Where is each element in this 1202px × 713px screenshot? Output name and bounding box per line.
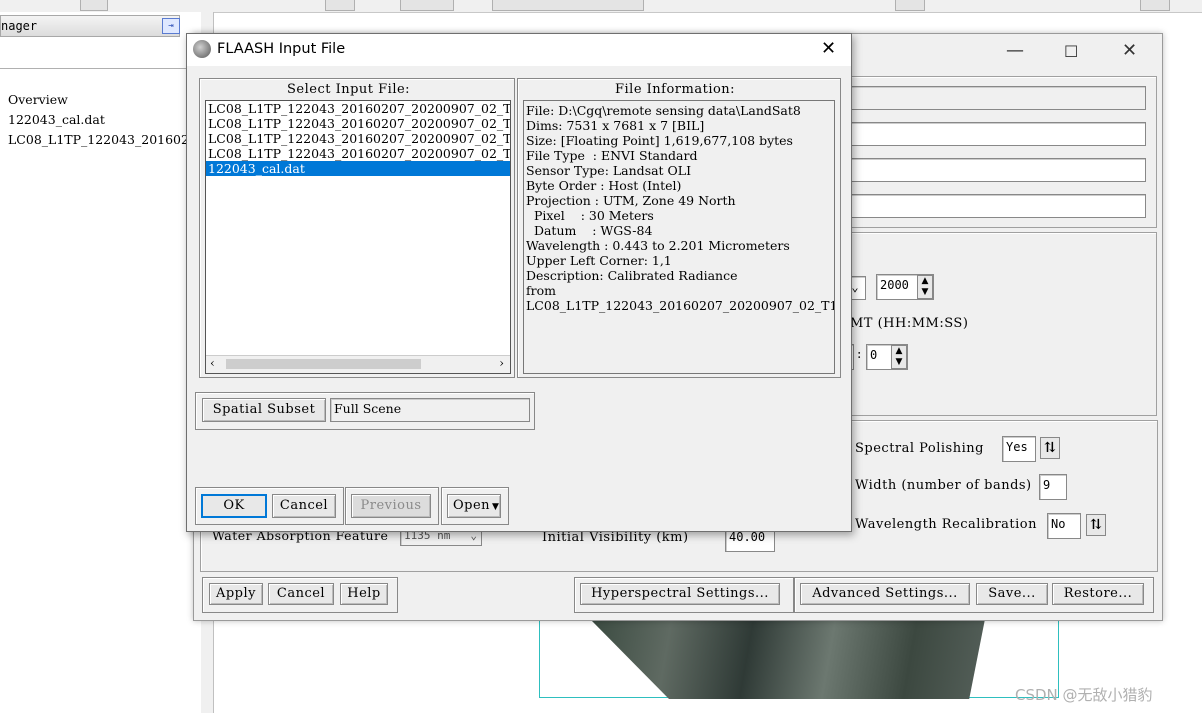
advanced-settings-button[interactable]: Advanced Settings...: [800, 583, 970, 605]
toolbar-button[interactable]: [400, 0, 454, 11]
initial-visibility-value: 40.00: [729, 530, 766, 544]
apply-button[interactable]: Apply: [209, 583, 263, 605]
minimize-icon[interactable]: —: [1006, 40, 1024, 61]
envi-logo-icon: [193, 40, 211, 58]
maximize-icon[interactable]: ☐: [1064, 42, 1078, 61]
cancel-button[interactable]: Cancel: [272, 494, 336, 518]
wavelength-recal-field[interactable]: No: [1047, 513, 1081, 539]
flaash-input-file-dialog: FLAASH Input File ✕ Select Input File: L…: [186, 33, 852, 532]
info-line: File Type : ENVI Standard: [526, 148, 698, 163]
open-label: Open: [453, 498, 491, 513]
info-line: Projection : UTM, Zone 49 North: [526, 193, 736, 208]
toolbar-button[interactable]: [895, 0, 925, 11]
input-radiance-field[interactable]: [850, 86, 1146, 110]
watermark: CSDN @无敌小猎豹: [1015, 686, 1153, 704]
info-line: Byte Order : Host (Intel): [526, 178, 682, 193]
toggle-arrows-icon[interactable]: ⇅: [1040, 437, 1060, 459]
output-directory-field[interactable]: [850, 158, 1146, 182]
wavelength-recal-value: No: [1051, 517, 1066, 531]
dialog-title: FLAASH Input File: [217, 41, 346, 57]
hyperspectral-settings-button[interactable]: Hyperspectral Settings...: [580, 583, 780, 605]
spatial-subset-value: Full Scene: [334, 401, 402, 416]
close-icon[interactable]: ✕: [821, 38, 836, 59]
info-line: Description: Calibrated Radiance: [526, 268, 738, 283]
previous-button[interactable]: Previous: [351, 494, 431, 518]
data-manager-title-text: nager: [1, 19, 38, 33]
close-icon[interactable]: ✕: [1122, 40, 1137, 61]
file-info-label: File Information:: [615, 82, 736, 97]
input-file-list[interactable]: LC08_L1TP_122043_20160207_20200907_02_T1…: [205, 100, 511, 374]
toolbar-button[interactable]: [80, 0, 108, 11]
list-item[interactable]: LC08_L1TP_122043_20160207_20200907_02_T1…: [206, 131, 510, 146]
width-value: 9: [1043, 478, 1051, 492]
width-label: Width (number of bands): [855, 478, 1032, 493]
cancel-button[interactable]: Cancel: [268, 583, 334, 605]
info-line: from: [526, 283, 556, 298]
toggle-arrows-icon[interactable]: ⇅: [1086, 514, 1106, 536]
output-file-field[interactable]: [850, 122, 1146, 146]
ok-button[interactable]: OK: [201, 494, 267, 518]
toolbar-button[interactable]: [1140, 0, 1170, 11]
horizontal-scrollbar[interactable]: ‹ ›: [206, 355, 510, 373]
tree-item-overview[interactable]: Overview: [0, 90, 197, 110]
time-colon: :: [857, 347, 862, 362]
seconds-value: 0: [870, 348, 878, 362]
data-manager-tree: Overview 122043_cal.dat LC08_L1TP_122043…: [0, 90, 197, 150]
info-line: File: D:\Cgq\remote sensing data\LandSat…: [526, 103, 801, 118]
spatial-subset-button[interactable]: Spatial Subset: [202, 398, 326, 422]
spatial-subset-field: Full Scene: [330, 398, 530, 422]
seconds-spinner[interactable]: ▲ ▼: [891, 345, 907, 369]
dialog-titlebar: FLAASH Input File ✕: [187, 34, 851, 66]
info-line: Pixel : 30 Meters: [526, 208, 654, 223]
spectral-polishing-value: Yes: [1006, 440, 1028, 454]
toolbar-button[interactable]: [325, 0, 355, 11]
tree-item-cal[interactable]: 122043_cal.dat: [0, 110, 197, 130]
data-manager-title: nager ⇥: [0, 15, 180, 37]
gmt-label: MT (HH:MM:SS): [850, 316, 969, 331]
year-value: 2000: [880, 278, 909, 292]
initial-visibility-label: Initial Visibility (km): [542, 530, 689, 545]
wavelength-recal-label: Wavelength Recalibration: [855, 517, 1037, 532]
select-input-label: Select Input File:: [287, 82, 411, 97]
list-item[interactable]: LC08_L1TP_122043_20160207_20200907_02_T1…: [206, 116, 510, 131]
info-line: LC08_L1TP_122043_20160207_20200907_02_T1…: [526, 298, 835, 313]
pin-icon[interactable]: ⇥: [162, 18, 180, 34]
save-button[interactable]: Save...: [976, 583, 1048, 605]
spectral-polishing-label: Spectral Polishing: [855, 441, 984, 456]
rootname-field[interactable]: [850, 194, 1146, 218]
scrollbar-thumb[interactable]: [226, 359, 421, 369]
info-line: Upper Left Corner: 1,1: [526, 253, 672, 268]
scroll-left-icon[interactable]: ‹: [210, 356, 215, 370]
info-line: Datum : WGS-84: [526, 223, 653, 238]
spectral-polishing-field[interactable]: Yes: [1002, 436, 1036, 462]
info-line: Size: [Floating Point] 1,619,677,108 byt…: [526, 133, 793, 148]
file-info-panel: File: D:\Cgq\remote sensing data\LandSat…: [523, 100, 835, 374]
restore-button[interactable]: Restore...: [1052, 583, 1144, 605]
list-item-selected[interactable]: 122043_cal.dat: [206, 161, 510, 176]
caret-down-icon: ▼: [492, 502, 500, 512]
toolbar-dropdown[interactable]: [492, 0, 644, 11]
list-item[interactable]: LC08_L1TP_122043_20160207_20200907_02_T1…: [206, 146, 510, 161]
year-spinner[interactable]: ▲ ▼: [917, 275, 933, 299]
info-line: Dims: 7531 x 7681 x 7 [BIL]: [526, 118, 705, 133]
list-item[interactable]: LC08_L1TP_122043_20160207_20200907_02_T1…: [206, 101, 510, 116]
help-button[interactable]: Help: [340, 583, 388, 605]
tree-item-lc08[interactable]: LC08_L1TP_122043_2016020: [0, 130, 197, 150]
panel-divider: [0, 68, 201, 69]
width-field[interactable]: 9: [1039, 474, 1067, 500]
open-button[interactable]: Open ▼: [447, 494, 501, 518]
info-line: Sensor Type: Landsat OLI: [526, 163, 692, 178]
info-line: Wavelength : 0.443 to 2.201 Micrometers: [526, 238, 790, 253]
scroll-right-icon[interactable]: ›: [499, 356, 504, 370]
